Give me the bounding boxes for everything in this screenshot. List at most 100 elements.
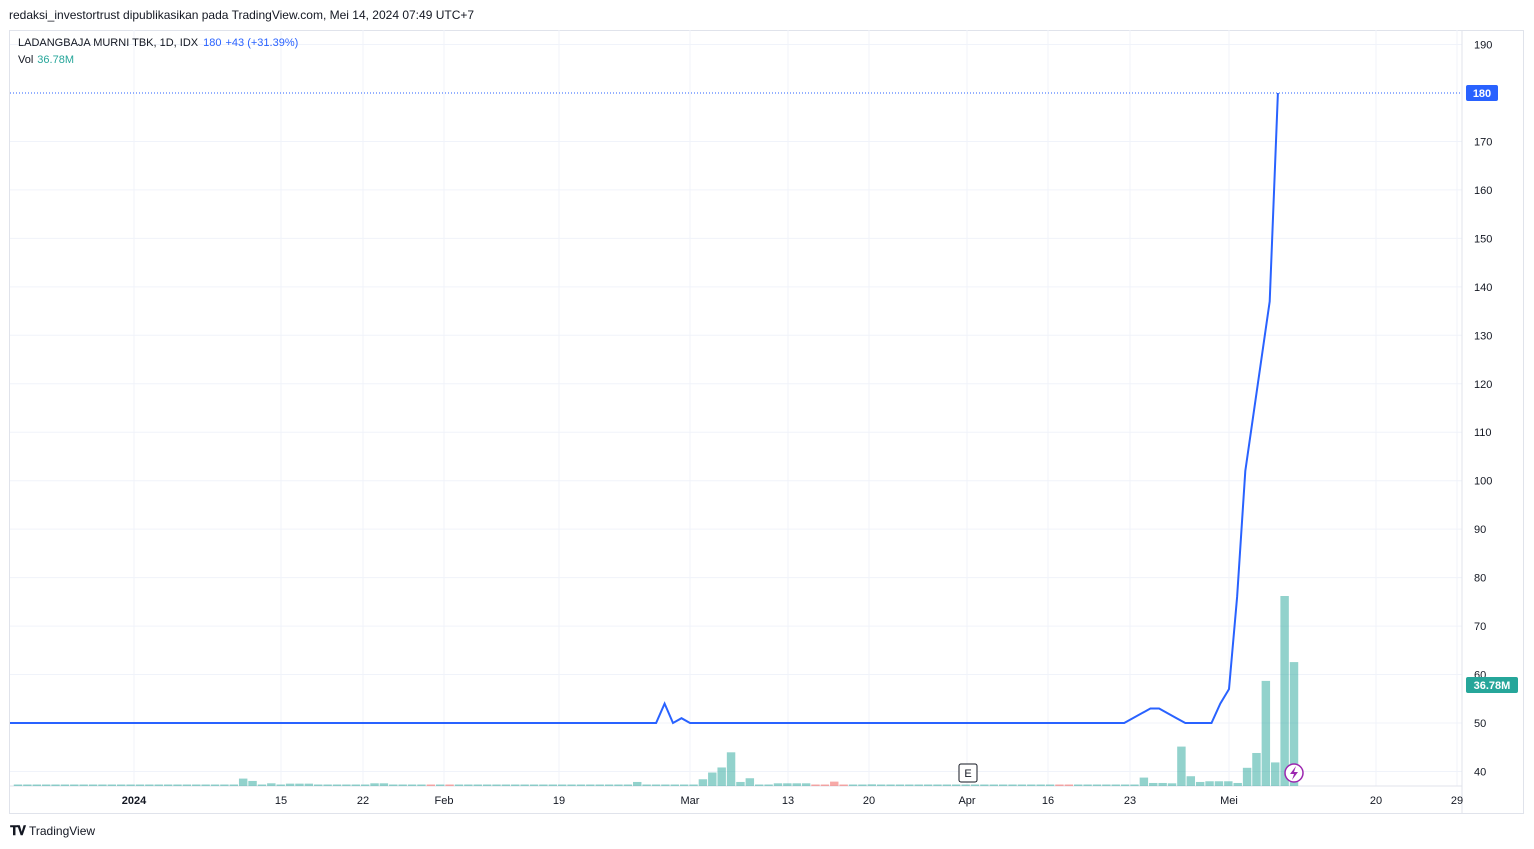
volume-bar (163, 784, 173, 786)
earnings-event-marker[interactable]: E (958, 763, 978, 783)
chart-canvas[interactable]: 405060708090100110120130140150160170190 … (0, 0, 1534, 849)
volume-bar (473, 784, 482, 786)
symbol-title[interactable]: LADANGBAJA MURNI TBK, 1D, IDX (18, 37, 198, 49)
x-tick-label: Mar (681, 795, 700, 807)
volume-bar (248, 780, 257, 786)
volume-bar (220, 784, 229, 786)
volume-bar (792, 783, 801, 786)
y-axis-ticks: 405060708090100110120130140150160170190 (1474, 40, 1492, 779)
volume-bar (98, 784, 107, 786)
volume-bar (41, 784, 51, 786)
volume-bar (717, 767, 726, 786)
volume-bar (961, 784, 970, 786)
volume-bar (501, 784, 511, 786)
volume-bar (1271, 762, 1280, 786)
volume-bar (623, 784, 633, 786)
y-tick-label: 40 (1474, 766, 1486, 778)
x-tick-label: Feb (435, 795, 454, 807)
volume-bar (736, 781, 745, 786)
volume-bar (548, 784, 558, 786)
volume-bar (135, 784, 145, 786)
grid-lines (10, 30, 1463, 814)
volume-bar (1130, 784, 1139, 786)
volume-bar (32, 784, 41, 786)
legend-volume-row[interactable]: Vol 36.78M (18, 52, 298, 69)
volume-bar (783, 783, 792, 786)
volume-bar (1045, 784, 1055, 786)
volume-bar (952, 784, 961, 786)
volume-bar (1242, 767, 1252, 786)
volume-title[interactable]: Vol (18, 54, 33, 66)
volume-bar (858, 784, 867, 786)
volume-bar (1224, 781, 1233, 786)
volume-bar (1186, 776, 1196, 786)
volume-bar (1092, 784, 1102, 786)
volume-bar (1102, 784, 1111, 786)
volume-bar (173, 784, 182, 786)
volume-bar (1036, 784, 1045, 786)
volume-bar (820, 784, 830, 786)
volume-bar (670, 784, 679, 786)
volume-bar (801, 783, 811, 786)
volume-bar (557, 784, 567, 786)
volume-bar (1233, 782, 1242, 786)
volume-bar (1008, 784, 1017, 786)
volume-bar (314, 784, 323, 786)
volume-bar (492, 784, 501, 786)
volume-bar (923, 784, 933, 786)
volume-bar (154, 784, 163, 786)
volume-bar (1205, 781, 1214, 786)
volume-bar (764, 784, 773, 786)
volume-bar (595, 784, 604, 786)
volume-bar (435, 784, 445, 786)
volume-bar (980, 784, 989, 786)
volume-bar (1195, 781, 1205, 786)
volume-bar (576, 784, 586, 786)
volume-bar (529, 784, 539, 786)
y-tick-label: 120 (1474, 379, 1492, 391)
last-price-label: 180 (1466, 85, 1498, 101)
volume-bar (426, 784, 436, 786)
x-tick-label: Apr (958, 795, 975, 807)
volume-bar (295, 783, 304, 786)
volume-bar (464, 784, 473, 786)
volume-bar (332, 784, 342, 786)
volume-bar (79, 784, 88, 786)
volume-bar (998, 784, 1008, 786)
volume-bar (285, 783, 295, 786)
x-tick-label: 22 (357, 795, 369, 807)
volume-bar (942, 784, 952, 786)
volume-bar (116, 784, 126, 786)
volume-bar (304, 783, 314, 786)
volume-bar (201, 784, 210, 786)
x-tick-label: 2024 (122, 795, 147, 807)
volume-bar (905, 784, 914, 786)
volume-bar (754, 784, 764, 786)
price-change: +43 (+31.39%) (225, 37, 299, 49)
volume-bar (614, 784, 623, 786)
volume-bar (745, 778, 755, 786)
earnings-event-letter: E (964, 768, 971, 780)
footer-brand[interactable]: 𝐓𝐕 TradingView (10, 823, 95, 839)
volume-bar (323, 784, 332, 786)
volume-value-label: 36.78M (1466, 677, 1518, 693)
y-tick-label: 150 (1474, 233, 1492, 245)
volume-bar (1167, 783, 1177, 786)
legend-price-row[interactable]: LADANGBAJA MURNI TBK, 1D, IDX 180 +43 (+31… (18, 35, 298, 52)
volume-bar (342, 784, 351, 786)
volume-bar (651, 784, 661, 786)
y-tick-label: 130 (1474, 330, 1492, 342)
volume-bar (145, 784, 154, 786)
volume-bar (1252, 752, 1261, 786)
tradingview-logo-icon: 𝐓𝐕 (10, 823, 26, 838)
volume-bar (989, 784, 998, 786)
volume-bar (210, 784, 220, 786)
x-tick-label: 15 (275, 795, 287, 807)
lightning-icon[interactable] (1284, 763, 1304, 783)
volume-bar (848, 784, 858, 786)
volume-bar (182, 784, 192, 786)
chart-legend: LADANGBAJA MURNI TBK, 1D, IDX 180 +43 (+31… (18, 35, 298, 69)
volume-bars (13, 596, 1299, 786)
volume-bar (511, 784, 520, 786)
x-tick-label: 13 (782, 795, 794, 807)
